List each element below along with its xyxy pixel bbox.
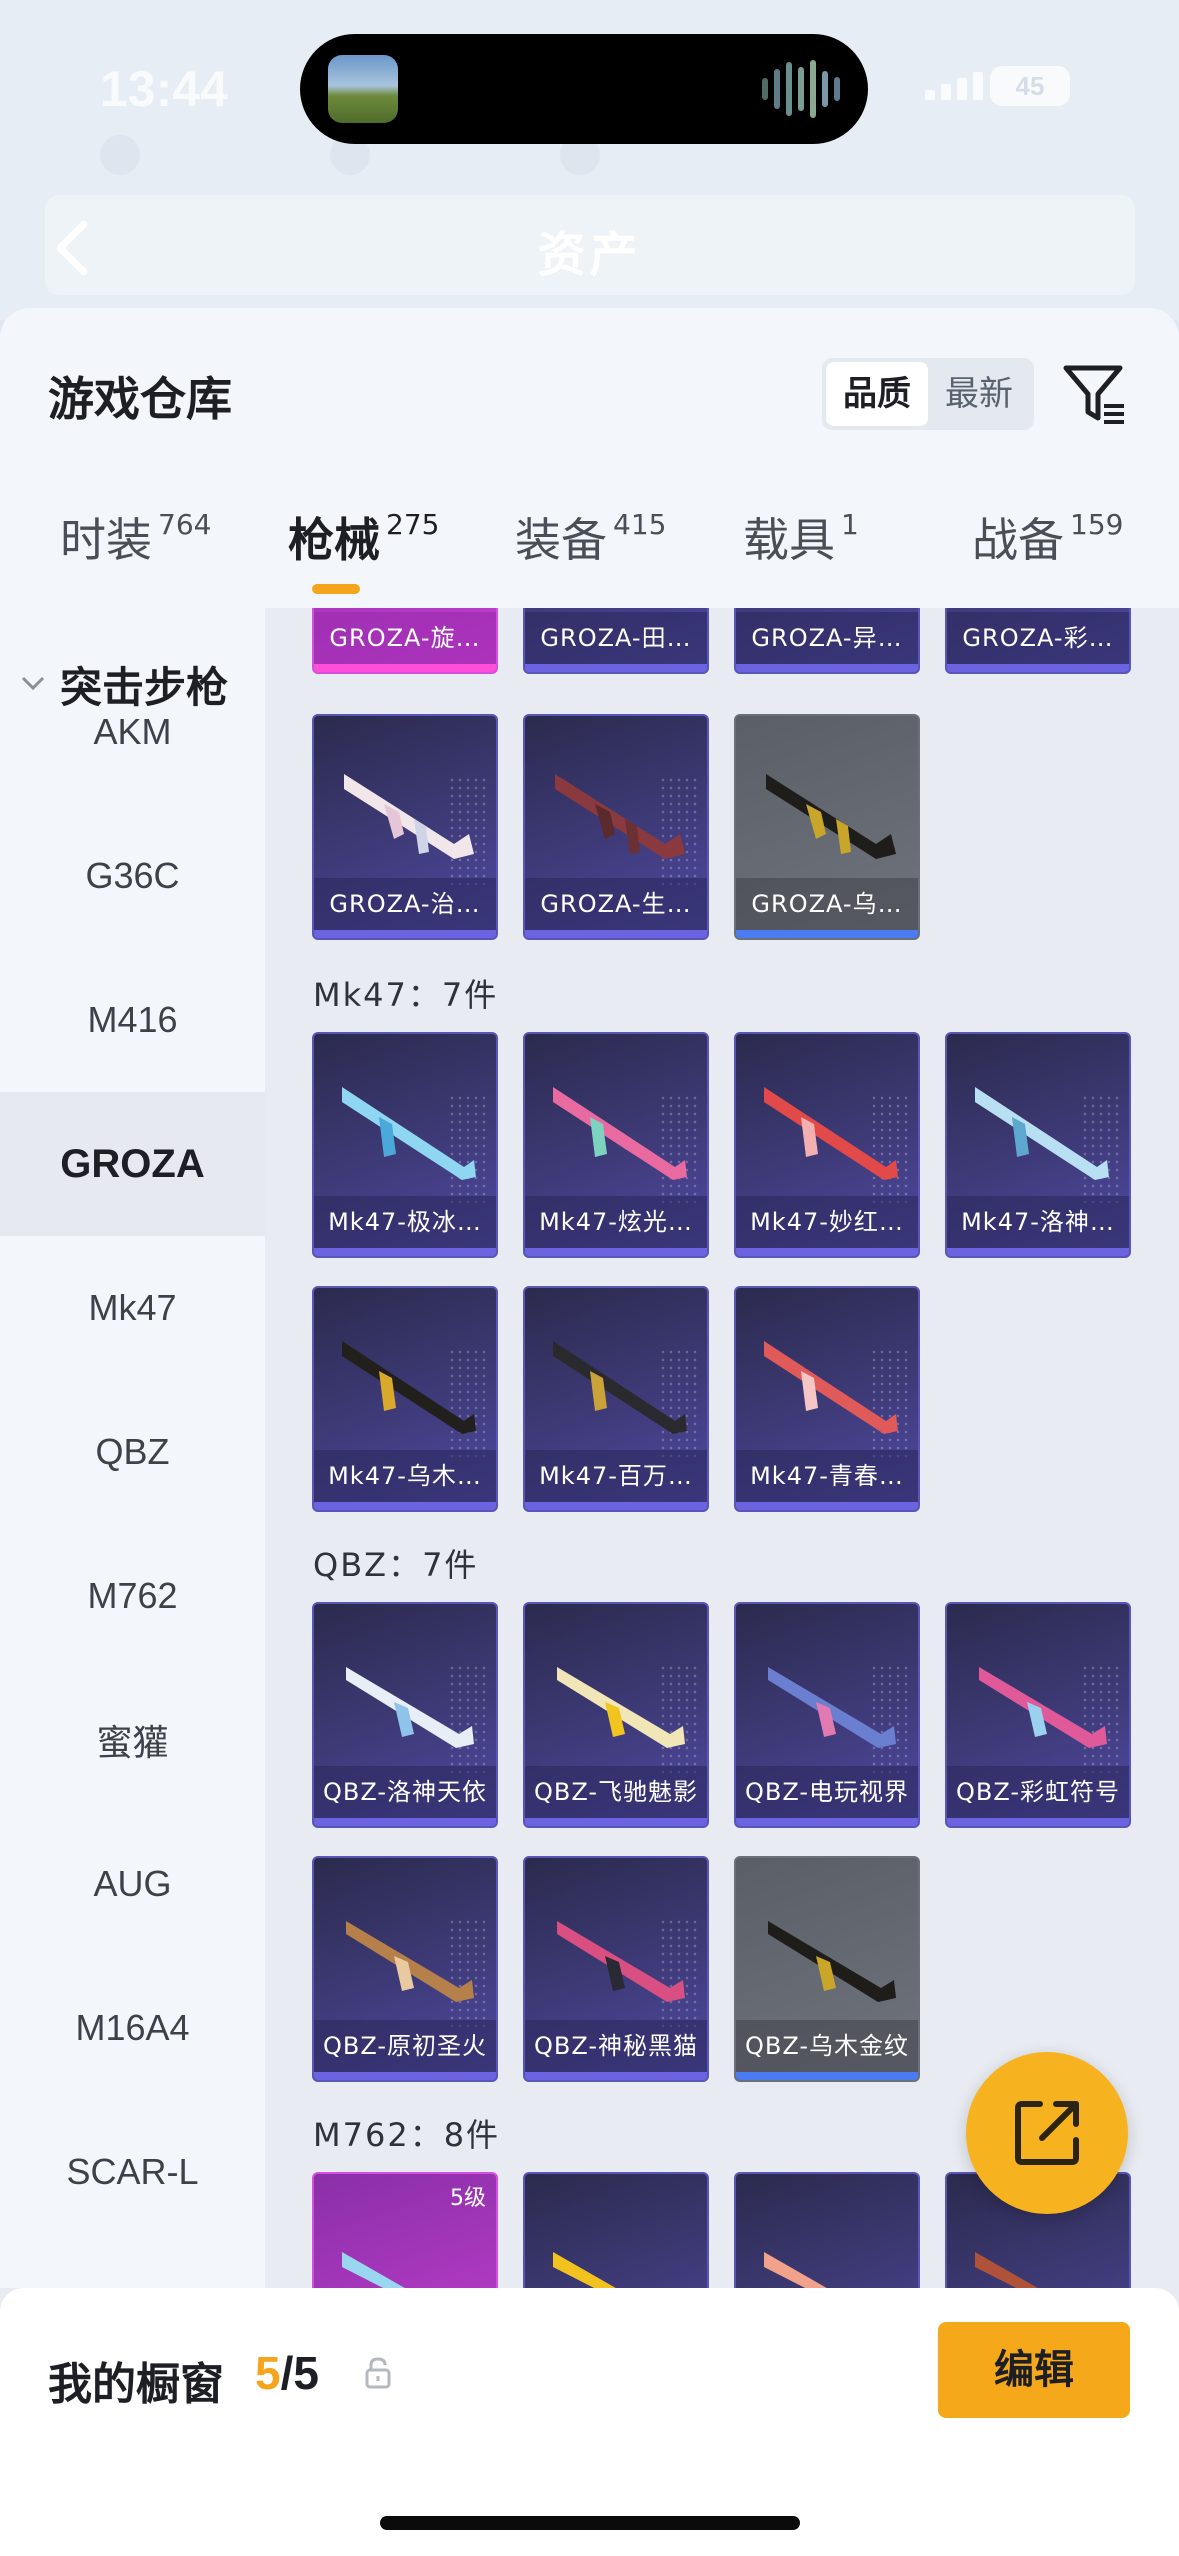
rifle-icon bbox=[557, 1921, 685, 2002]
tab-gear[interactable]: 战备 159 bbox=[972, 504, 1123, 570]
tab-fashion[interactable]: 时装 764 bbox=[60, 504, 211, 570]
skin-card[interactable]: GROZA-异… bbox=[734, 608, 920, 674]
battery-icon: 45 bbox=[990, 66, 1070, 106]
filter-icon[interactable] bbox=[1062, 360, 1128, 426]
tab-firearms[interactable]: 枪械 275 bbox=[288, 504, 439, 570]
showcase-bar: 我的橱窗 5/5 编辑 bbox=[0, 2288, 1179, 2556]
sort-latest[interactable]: 最新 bbox=[928, 362, 1030, 426]
rifle-icon bbox=[342, 1341, 476, 1434]
skin-card[interactable] bbox=[734, 2172, 920, 2288]
rifle-icon bbox=[346, 1921, 474, 2002]
rifle-icon bbox=[979, 1667, 1107, 1748]
signal-icon bbox=[925, 72, 983, 100]
sheet-header: 游戏仓库 品质 最新 时装 764 枪械 275 装备 415 载具 1 战备 159 bbox=[0, 308, 1179, 608]
rifle-icon bbox=[764, 1341, 898, 1434]
skin-card[interactable]: GROZA-田… bbox=[523, 608, 709, 674]
skin-card[interactable]: QBZ-彩虹符号 bbox=[945, 1602, 1131, 1828]
skin-card[interactable]: GROZA-乌… bbox=[734, 714, 920, 940]
rifle-icon bbox=[346, 1667, 474, 1748]
rifle-icon bbox=[557, 1667, 685, 1748]
skin-grid: GROZA-旋… GROZA-田… GROZA-异… GROZA-彩… GROZ… bbox=[265, 608, 1179, 2288]
skin-card[interactable]: Mk47-百万… bbox=[523, 1286, 709, 1512]
sidebar-item-g36c[interactable]: G36C bbox=[0, 804, 265, 948]
weapon-sidebar: 突击步枪 AKM G36C M416 GROZA Mk47 QBZ M762 蜜… bbox=[0, 608, 265, 2288]
group-label-m762: M762：8件 bbox=[313, 2116, 501, 2154]
rifle-icon bbox=[553, 1341, 687, 1434]
sort-toggle: 品质 最新 bbox=[822, 358, 1034, 430]
skin-card[interactable]: QBZ-神秘黑猫 bbox=[523, 1856, 709, 2082]
group-label-mk47: Mk47：7件 bbox=[313, 976, 499, 1014]
nav-title: 资产 bbox=[537, 227, 642, 283]
sheet-title: 游戏仓库 bbox=[48, 372, 232, 426]
share-button[interactable] bbox=[966, 2052, 1128, 2214]
sort-quality[interactable]: 品质 bbox=[826, 362, 928, 426]
rifle-icon bbox=[342, 1087, 476, 1180]
rifle-icon bbox=[764, 1087, 898, 1180]
category-tabs: 时装 764 枪械 275 装备 415 载具 1 战备 159 bbox=[0, 504, 1179, 604]
skin-card[interactable]: Mk47-炫光… bbox=[523, 1032, 709, 1258]
showcase-label: 我的橱窗 bbox=[48, 2359, 224, 2410]
home-indicator bbox=[380, 2516, 800, 2530]
sidebar-item-akm[interactable]: AKM bbox=[0, 660, 265, 804]
rifle-icon bbox=[553, 1087, 687, 1180]
tab-vehicles[interactable]: 载具 1 bbox=[743, 504, 859, 570]
skin-card[interactable]: GROZA-治… bbox=[312, 714, 498, 940]
sidebar-item-m762[interactable]: M762 bbox=[0, 1524, 265, 1668]
sidebar-item-m416[interactable]: M416 bbox=[0, 948, 265, 1092]
showcase-count: 5/5 bbox=[255, 2347, 319, 2399]
sidebar-item-m16a4[interactable]: M16A4 bbox=[0, 1956, 265, 2100]
skin-card[interactable]: GROZA-旋… bbox=[312, 608, 498, 674]
skin-card[interactable]: QBZ-飞驰魅影 bbox=[523, 1602, 709, 1828]
skin-card[interactable]: 5级 bbox=[312, 2172, 498, 2288]
group-label-qbz: QBZ：7件 bbox=[313, 1546, 479, 1584]
edit-button[interactable]: 编辑 bbox=[938, 2322, 1130, 2418]
audio-wave-icon bbox=[762, 60, 840, 118]
sidebar-item-aug[interactable]: AUG bbox=[0, 1812, 265, 1956]
sidebar-item-honey-badger[interactable]: 蜜獾 bbox=[0, 1668, 265, 1812]
album-art-thumbnail bbox=[328, 55, 398, 123]
skin-card[interactable]: Mk47-洛神… bbox=[945, 1032, 1131, 1258]
skin-card[interactable] bbox=[523, 2172, 709, 2288]
skin-card[interactable]: QBZ-原初圣火 bbox=[312, 1856, 498, 2082]
tab-equipment[interactable]: 装备 415 bbox=[515, 504, 666, 570]
rifle-icon bbox=[555, 774, 685, 859]
rifle-icon bbox=[768, 1667, 896, 1748]
sidebar-item-qbz[interactable]: QBZ bbox=[0, 1380, 265, 1524]
active-tab-indicator bbox=[312, 584, 360, 594]
skin-card[interactable]: GROZA-生… bbox=[523, 714, 709, 940]
rifle-icon bbox=[768, 1921, 896, 2002]
rifle-icon bbox=[975, 1087, 1109, 1180]
sidebar-item-mk47[interactable]: Mk47 bbox=[0, 1236, 265, 1380]
skin-card[interactable]: GROZA-彩… bbox=[945, 608, 1131, 674]
sidebar-item-scar-l[interactable]: SCAR-L bbox=[0, 2100, 265, 2244]
dynamic-island bbox=[300, 34, 868, 144]
skin-card[interactable]: Mk47-青春… bbox=[734, 1286, 920, 1512]
skin-card[interactable]: Mk47-乌木… bbox=[312, 1286, 498, 1512]
skin-card[interactable]: QBZ-洛神天依 bbox=[312, 1602, 498, 1828]
rifle-icon bbox=[344, 774, 474, 859]
skin-card[interactable]: Mk47-极冰… bbox=[312, 1032, 498, 1258]
skin-card[interactable]: Mk47-妙红… bbox=[734, 1032, 920, 1258]
rifle-icon bbox=[342, 2252, 405, 2288]
skin-card[interactable]: QBZ-乌木金纹 bbox=[734, 1856, 920, 2082]
lock-icon bbox=[365, 2357, 391, 2389]
sidebar-item-groza[interactable]: GROZA bbox=[0, 1092, 265, 1236]
status-time: 13:44 bbox=[100, 61, 228, 117]
share-external-icon bbox=[1015, 2101, 1079, 2165]
skin-card[interactable]: QBZ-电玩视界 bbox=[734, 1602, 920, 1828]
rifle-icon bbox=[553, 2252, 616, 2288]
rifle-icon bbox=[766, 774, 896, 859]
warehouse-sheet: 游戏仓库 品质 最新 时装 764 枪械 275 装备 415 载具 1 战备 159 突… bbox=[0, 308, 1179, 2556]
rifle-icon bbox=[764, 2252, 827, 2288]
